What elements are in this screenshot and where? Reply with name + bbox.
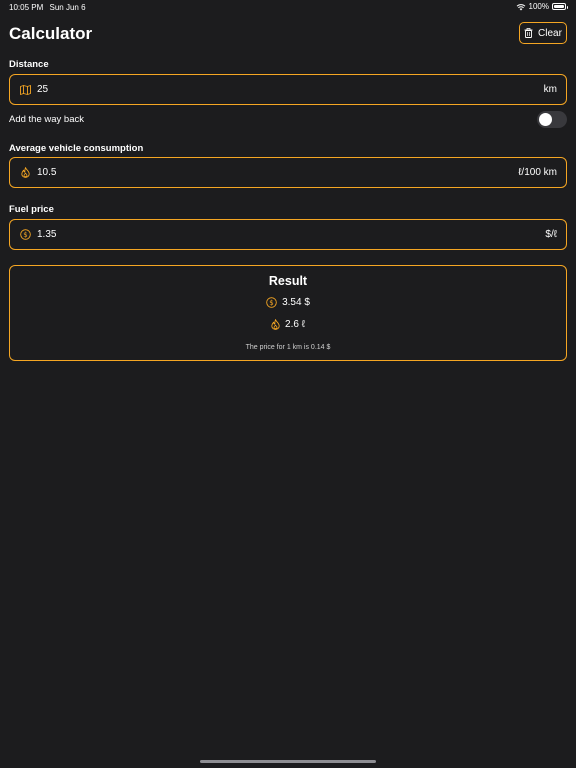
- fuel-price-label: Fuel price: [9, 204, 54, 215]
- way-back-toggle[interactable]: [537, 110, 567, 128]
- result-card: Result $ 3.54 $ 2.6 ℓ The price for 1 km…: [9, 265, 567, 361]
- consumption-label: Average vehicle consumption: [9, 143, 144, 154]
- distance-unit: km: [543, 84, 557, 95]
- result-fuel-value: 2.6 ℓ: [285, 319, 305, 330]
- distance-input[interactable]: 25: [37, 84, 544, 95]
- status-time: 10:05 PM: [9, 3, 44, 12]
- flame-icon: [271, 319, 280, 330]
- flame-icon: [19, 167, 31, 179]
- distance-field[interactable]: 25 km: [9, 74, 567, 105]
- wifi-icon: [516, 3, 525, 10]
- clear-label: Clear: [538, 27, 562, 39]
- svg-text:$: $: [269, 299, 273, 307]
- fuel-price-field[interactable]: $ 1.35 $/ℓ: [9, 219, 567, 250]
- result-note: The price for 1 km is 0.14 $: [245, 344, 331, 351]
- dollar-coin-icon: $: [266, 297, 277, 308]
- page-title: Calculator: [9, 24, 93, 43]
- status-date: Sun Jun 6: [49, 3, 86, 12]
- way-back-label: Add the way back: [9, 113, 84, 125]
- dollar-coin-icon: $: [19, 229, 31, 241]
- result-fuel: 2.6 ℓ: [10, 319, 566, 330]
- battery-icon: [552, 3, 568, 10]
- status-left: 10:05 PM Sun Jun 6: [9, 3, 90, 12]
- map-icon: [19, 84, 31, 96]
- status-bar: 10:05 PM Sun Jun 6 100%: [0, 0, 576, 14]
- result-cost-value: 3.54 $: [282, 297, 310, 308]
- status-right: 100%: [516, 2, 568, 11]
- svg-text:$: $: [23, 231, 27, 239]
- way-back-row: Add the way back: [9, 110, 567, 128]
- trash-icon: [524, 28, 533, 38]
- battery-percent: 100%: [528, 2, 549, 11]
- result-title: Result: [268, 274, 308, 288]
- distance-label: Distance: [9, 59, 49, 70]
- clear-button[interactable]: Clear: [519, 22, 567, 44]
- consumption-field[interactable]: 10.5 ℓ/100 km: [9, 157, 567, 188]
- toggle-knob: [539, 112, 552, 126]
- home-indicator[interactable]: [200, 760, 376, 763]
- consumption-unit: ℓ/100 km: [518, 167, 557, 178]
- consumption-input[interactable]: 10.5: [37, 167, 518, 178]
- result-cost: $ 3.54 $: [10, 297, 566, 308]
- fuel-price-unit: $/ℓ: [545, 229, 557, 240]
- fuel-price-input[interactable]: 1.35: [37, 229, 545, 240]
